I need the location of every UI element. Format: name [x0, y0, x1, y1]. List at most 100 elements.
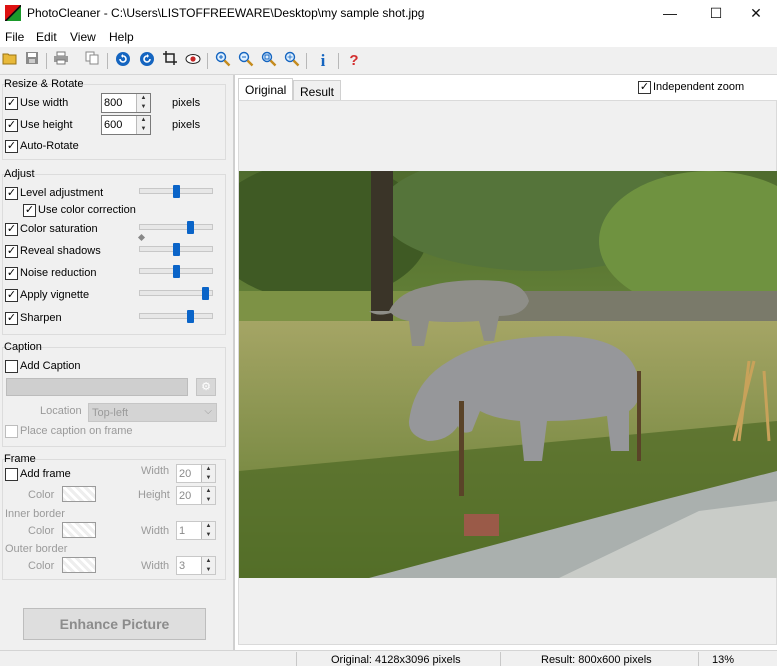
level-adjustment-checkbox[interactable]: ✓	[5, 187, 18, 200]
window-title: PhotoCleaner - C:\Users\LISTOFFREEWARE\D…	[27, 6, 425, 20]
color-saturation-slider[interactable]	[139, 221, 213, 234]
add-caption-checkbox[interactable]	[5, 360, 18, 373]
place-caption-on-frame-checkbox[interactable]	[5, 425, 18, 438]
photo-preview	[239, 171, 777, 578]
reveal-shadows-slider[interactable]	[139, 243, 213, 256]
apply-vignette-checkbox[interactable]: ✓	[5, 289, 18, 302]
place-caption-on-frame-label: Place caption on frame	[20, 425, 133, 437]
noise-reduction-checkbox[interactable]: ✓	[5, 267, 18, 280]
outer-width-spinner[interactable]: ▲ ▼	[201, 557, 215, 574]
slider-thumb[interactable]	[173, 185, 180, 198]
save-icon[interactable]	[22, 51, 42, 71]
add-frame-label: Add frame	[20, 468, 71, 480]
frame-width-label: Width	[141, 465, 170, 477]
color-saturation-checkbox[interactable]: ✓	[5, 223, 18, 236]
height-unit: pixels	[172, 119, 201, 131]
use-height-checkbox[interactable]: ✓	[5, 119, 18, 132]
auto-rotate-checkbox[interactable]: ✓	[5, 140, 18, 153]
caption-text-input[interactable]	[6, 378, 188, 396]
slider-thumb[interactable]	[173, 265, 180, 278]
zoom-actual-icon[interactable]	[282, 51, 302, 71]
slider-thumb[interactable]	[202, 287, 209, 300]
menu-view[interactable]: View	[70, 30, 96, 44]
sharpen-label: Sharpen	[20, 312, 62, 324]
caption-font-button[interactable]: ⚙	[196, 378, 216, 396]
add-frame-checkbox[interactable]	[5, 468, 18, 481]
add-caption-label: Add Caption	[20, 360, 81, 372]
status-bar: Original: 4128x3096 pixels Result: 800x6…	[0, 650, 777, 666]
width-spinner[interactable]: ▲ ▼	[136, 94, 150, 112]
apply-vignette-label: Apply vignette	[20, 289, 90, 301]
location-label: Location	[40, 405, 82, 417]
tab-result[interactable]: Result	[293, 80, 342, 102]
redeye-icon[interactable]	[183, 51, 203, 71]
frame-width-value: 20	[179, 468, 192, 480]
help-icon[interactable]: ?	[344, 51, 364, 71]
frame-width-input[interactable]: 20 ▲ ▼	[176, 464, 216, 483]
frame-color-swatch[interactable]	[62, 486, 96, 502]
rotate-left-icon[interactable]	[113, 51, 133, 71]
print-icon[interactable]	[51, 51, 71, 71]
enhance-picture-button[interactable]: Enhance Picture	[23, 608, 206, 640]
menu-bar: File Edit View Help	[0, 27, 777, 47]
sharpen-checkbox[interactable]: ✓	[5, 312, 18, 325]
crop-icon[interactable]	[160, 51, 180, 71]
caption-title: Caption	[4, 341, 42, 353]
inner-width-value: 1	[179, 525, 186, 537]
frame-height-spinner[interactable]: ▲ ▼	[201, 487, 215, 504]
tab-original[interactable]: Original	[238, 78, 294, 102]
sharpen-slider[interactable]	[139, 310, 213, 323]
use-color-correction-label: Use color correction	[38, 204, 136, 216]
copy-icon[interactable]	[82, 51, 102, 71]
zoom-status: 13%	[712, 654, 735, 666]
independent-zoom-checkbox[interactable]: ✓	[638, 81, 651, 94]
color-saturation-label: Color saturation	[20, 223, 98, 235]
outer-color-swatch[interactable]	[62, 557, 96, 573]
resize-rotate-title: Resize & Rotate	[4, 78, 84, 90]
width-input[interactable]: 800 ▲ ▼	[101, 93, 151, 113]
location-value: Top-left	[92, 407, 129, 419]
width-value: 800	[104, 97, 123, 109]
height-input[interactable]: 600 ▲ ▼	[101, 115, 151, 135]
outer-width-input[interactable]: 3 ▲ ▼	[176, 556, 216, 575]
minimize-button[interactable]: —	[647, 0, 693, 27]
open-icon[interactable]	[0, 51, 20, 71]
rotate-right-icon[interactable]	[137, 51, 157, 71]
apply-vignette-slider[interactable]	[139, 287, 213, 300]
inner-color-label: Color	[28, 525, 55, 537]
zoom-in-icon[interactable]	[213, 51, 233, 71]
height-value: 600	[104, 119, 123, 131]
slider-thumb[interactable]	[187, 310, 194, 323]
toolbar: i ?	[0, 47, 777, 75]
use-width-label: Use width	[20, 97, 69, 109]
frame-height-input[interactable]: 20 ▲ ▼	[176, 486, 216, 505]
outer-border-title: Outer border	[5, 543, 68, 555]
slider-thumb[interactable]	[173, 243, 180, 256]
use-color-correction-checkbox[interactable]: ✓	[23, 204, 36, 217]
independent-zoom-label: Independent zoom	[653, 81, 745, 93]
inner-color-swatch[interactable]	[62, 522, 96, 538]
slider-thumb[interactable]	[187, 221, 194, 234]
outer-width-value: 3	[179, 560, 186, 572]
height-spinner[interactable]: ▲ ▼	[136, 116, 150, 134]
location-select[interactable]: Top-left ⌵	[88, 403, 217, 422]
inner-width-label: Width	[141, 525, 170, 537]
info-icon[interactable]: i	[313, 51, 333, 71]
title-bar: PhotoCleaner - C:\Users\LISTOFFREEWARE\D…	[0, 0, 777, 27]
outer-width-label: Width	[141, 560, 170, 572]
zoom-out-icon[interactable]	[236, 51, 256, 71]
menu-help[interactable]: Help	[109, 30, 134, 44]
inner-width-input[interactable]: 1 ▲ ▼	[176, 521, 216, 540]
frame-color-label: Color	[28, 489, 55, 501]
close-button[interactable]: ✕	[733, 0, 777, 27]
original-size-status: Original: 4128x3096 pixels	[331, 654, 461, 666]
reveal-shadows-checkbox[interactable]: ✓	[5, 245, 18, 258]
level-adjustment-slider[interactable]	[139, 185, 213, 198]
menu-edit[interactable]: Edit	[36, 30, 57, 44]
noise-reduction-slider[interactable]	[139, 265, 213, 278]
menu-file[interactable]: File	[5, 30, 24, 44]
frame-width-spinner[interactable]: ▲ ▼	[201, 465, 215, 482]
use-width-checkbox[interactable]: ✓	[5, 97, 18, 110]
inner-width-spinner[interactable]: ▲ ▼	[201, 522, 215, 539]
zoom-fit-icon[interactable]	[259, 51, 279, 71]
